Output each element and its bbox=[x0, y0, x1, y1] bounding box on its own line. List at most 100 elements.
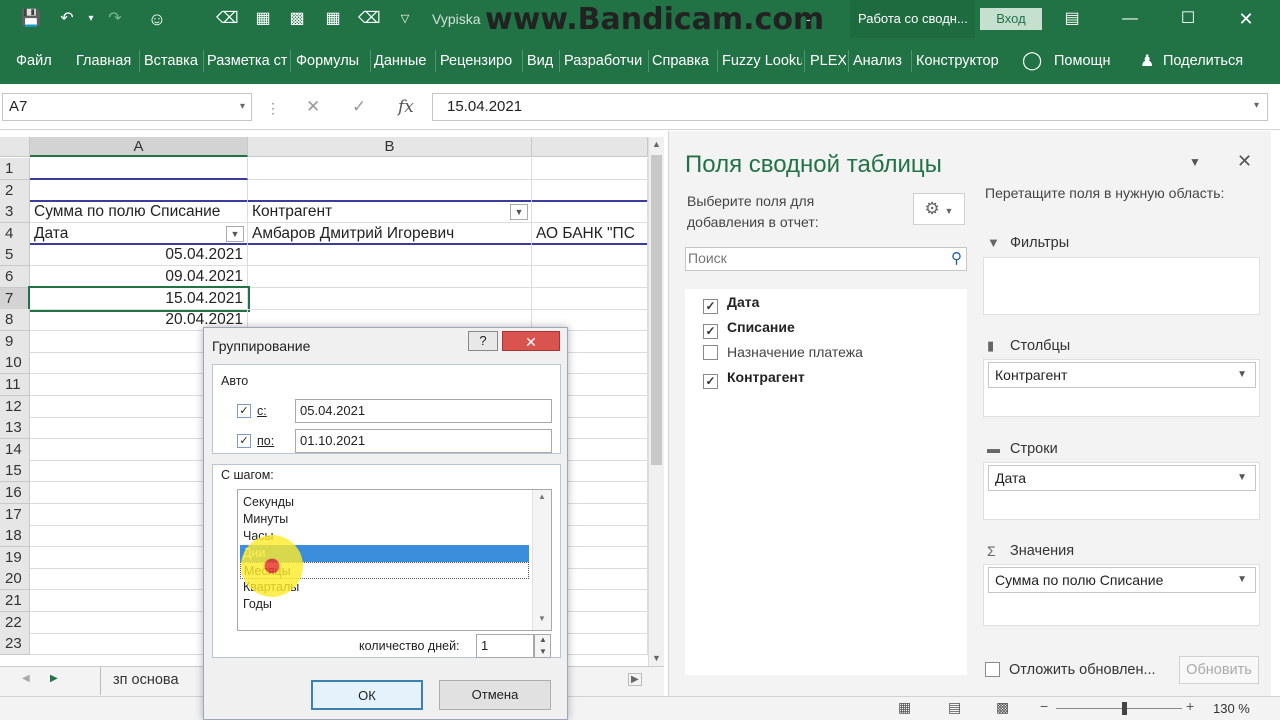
cell-c[interactable] bbox=[532, 244, 648, 267]
from-checkbox-checked-icon[interactable]: ✓ bbox=[237, 404, 251, 418]
scroll-thumb[interactable] bbox=[651, 155, 662, 465]
cancel-button[interactable]: Отмена bbox=[439, 680, 551, 710]
tab-design[interactable]: Конструктор bbox=[916, 38, 1006, 84]
row-header[interactable]: 2 bbox=[0, 179, 30, 202]
lightbulb-icon[interactable]: ◯ bbox=[1022, 50, 1042, 71]
formula-input[interactable]: 15.04.2021 bbox=[432, 93, 1268, 121]
tab-data[interactable]: Данные bbox=[374, 38, 434, 84]
defer-update-checkbox[interactable]: Отложить обновлен... bbox=[985, 662, 1156, 678]
share-person-icon[interactable]: ♟ bbox=[1140, 51, 1154, 71]
days-stepper[interactable]: ▲ ▼ bbox=[534, 634, 551, 658]
panel-options-dropdown-icon[interactable]: ▼ bbox=[1189, 155, 1201, 169]
normal-view-icon[interactable]: ▦ bbox=[898, 699, 911, 716]
row-header[interactable]: 18 bbox=[0, 525, 30, 548]
eraser-icon[interactable]: ⌫ bbox=[216, 8, 239, 30]
stepper-down-icon[interactable]: ▼ bbox=[539, 647, 547, 656]
dialog-close-icon[interactable]: ✕ bbox=[502, 331, 560, 351]
list-item[interactable]: Секунды bbox=[240, 494, 529, 511]
page-break-view-icon[interactable]: ▩ bbox=[996, 699, 1009, 716]
chevron-down-icon[interactable]: ▼ bbox=[1237, 568, 1247, 592]
minimize-icon[interactable]: — bbox=[1102, 0, 1158, 38]
insert-function-icon[interactable]: fx bbox=[398, 97, 414, 117]
row-header[interactable]: 19 bbox=[0, 546, 30, 569]
field-item[interactable]: ✓ Дата bbox=[703, 291, 759, 314]
column-header-a[interactable]: A bbox=[30, 137, 248, 157]
tell-me-help[interactable]: Помощн bbox=[1054, 38, 1120, 84]
cell-a[interactable]: 09.04.2021 bbox=[30, 266, 248, 288]
scroll-down-icon[interactable]: ▼ bbox=[652, 653, 661, 663]
column-header-c[interactable] bbox=[532, 137, 648, 157]
list-scroll-down-icon[interactable]: ▼ bbox=[538, 614, 546, 623]
checkbox-checked-icon[interactable]: ✓ bbox=[703, 324, 718, 339]
rows-area-item[interactable]: Дата ▼ bbox=[988, 465, 1256, 491]
update-button[interactable]: Обновить bbox=[1179, 656, 1259, 684]
cell-b[interactable] bbox=[248, 266, 532, 288]
cell-c[interactable] bbox=[532, 158, 648, 180]
cell-b[interactable]: Амбаров Дмитрий Игоревич bbox=[248, 222, 532, 245]
cell-b[interactable] bbox=[248, 158, 532, 180]
prev-sheet-icon[interactable]: ◀ bbox=[22, 673, 30, 684]
row-header[interactable]: 22 bbox=[0, 611, 30, 634]
cell-b[interactable]: Контрагент bbox=[248, 201, 532, 224]
column-filter-dropdown-icon[interactable]: ▼ bbox=[510, 204, 528, 221]
cell-b[interactable] bbox=[248, 244, 532, 267]
field-item[interactable]: ✓ Контрагент bbox=[703, 366, 805, 389]
tab-home[interactable]: Главная bbox=[76, 38, 136, 84]
row-header[interactable]: 6 bbox=[0, 266, 30, 288]
cell-c[interactable] bbox=[532, 266, 648, 288]
columns-drop-zone[interactable]: Контрагент ▼ bbox=[983, 359, 1260, 417]
cell-a[interactable]: 15.04.2021 bbox=[28, 285, 250, 312]
confirm-entry-icon[interactable]: ✓ bbox=[352, 97, 366, 117]
login-button[interactable]: Вход bbox=[980, 8, 1042, 30]
row-header[interactable]: 23 bbox=[0, 633, 30, 656]
sheet-tab[interactable]: зп основа bbox=[100, 667, 200, 695]
stepper-up-icon[interactable]: ▲ bbox=[539, 635, 547, 644]
column-header-b[interactable]: B bbox=[248, 137, 532, 157]
to-checkbox-checked-icon[interactable]: ✓ bbox=[237, 434, 251, 448]
cell-a[interactable]: Сумма по полю Списание bbox=[30, 201, 248, 224]
filters-drop-zone[interactable] bbox=[983, 257, 1260, 315]
row-header[interactable]: 12 bbox=[0, 395, 30, 418]
chevron-down-icon[interactable]: ▼ bbox=[1237, 363, 1247, 387]
zoom-level[interactable]: 130 % bbox=[1213, 701, 1250, 716]
row-header[interactable]: 16 bbox=[0, 482, 30, 504]
row-header[interactable]: 5 bbox=[0, 244, 30, 267]
cell-a[interactable]: 05.04.2021 bbox=[30, 244, 248, 267]
name-box[interactable]: A7 ▾ bbox=[2, 93, 252, 121]
cell-c[interactable] bbox=[532, 179, 648, 202]
cell-c[interactable] bbox=[532, 201, 648, 224]
cell-a[interactable] bbox=[30, 158, 248, 180]
close-window-icon[interactable]: ✕ bbox=[1218, 0, 1274, 38]
tab-developer[interactable]: Разработчи bbox=[564, 38, 646, 84]
cell-c[interactable] bbox=[532, 287, 648, 310]
row-header[interactable]: 8 bbox=[0, 309, 30, 332]
tab-view[interactable]: Вид bbox=[527, 38, 557, 84]
cell-a[interactable]: Дата bbox=[30, 222, 248, 245]
zoom-slider-thumb[interactable] bbox=[1122, 702, 1127, 715]
cell-a[interactable] bbox=[30, 179, 248, 202]
zoom-out-icon[interactable]: − bbox=[1040, 698, 1048, 714]
row-header[interactable]: 21 bbox=[0, 590, 30, 612]
clear-format-icon[interactable]: ⌫ bbox=[358, 8, 381, 30]
row-header[interactable]: 1 bbox=[0, 158, 30, 180]
tab-page-layout[interactable]: Разметка ст bbox=[207, 38, 287, 84]
cell-b[interactable] bbox=[248, 179, 532, 202]
chevron-down-icon[interactable]: ▼ bbox=[1237, 466, 1247, 490]
rows-drop-zone[interactable]: Дата ▼ bbox=[983, 462, 1260, 520]
values-area-item[interactable]: Сумма по полю Списание ▼ bbox=[988, 567, 1256, 593]
row-header[interactable]: 20 bbox=[0, 568, 30, 591]
tab-review[interactable]: Рецензиро bbox=[440, 38, 520, 84]
search-icon[interactable]: ⚲ bbox=[951, 249, 962, 267]
to-date-input[interactable]: 01.10.2021 bbox=[295, 429, 552, 453]
customize-toolbar-icon[interactable]: ▽ bbox=[394, 8, 416, 30]
vertical-scrollbar[interactable]: ▲ ▼ bbox=[648, 137, 664, 667]
name-box-dropdown-icon[interactable]: ▾ bbox=[240, 94, 245, 120]
row-header[interactable]: 17 bbox=[0, 503, 30, 526]
tab-file[interactable]: Файл bbox=[16, 38, 64, 84]
checkbox-checked-icon[interactable]: ✓ bbox=[703, 374, 718, 389]
list-scroll-up-icon[interactable]: ▲ bbox=[538, 492, 546, 501]
zoom-in-icon[interactable]: + bbox=[1186, 698, 1194, 714]
columns-area-item[interactable]: Контрагент ▼ bbox=[988, 362, 1256, 388]
values-drop-zone[interactable]: Сумма по полю Списание ▼ bbox=[983, 564, 1260, 626]
page-layout-view-icon[interactable]: ▤ bbox=[948, 699, 961, 716]
